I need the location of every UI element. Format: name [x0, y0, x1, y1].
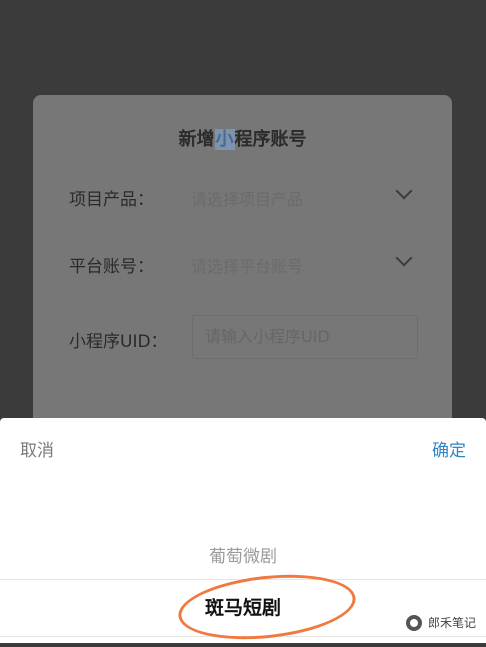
- chevron-down-icon[interactable]: [395, 182, 413, 200]
- chevron-down-icon[interactable]: [395, 249, 413, 267]
- title-highlight: 小: [214, 129, 235, 150]
- dialog-title: 新增小程序账号: [33, 125, 452, 151]
- watermark: 郎禾笔记: [405, 614, 476, 631]
- platform-account-select[interactable]: 请选择平台账号: [191, 253, 303, 277]
- platform-account-label: 平台账号：: [69, 257, 154, 277]
- project-product-label: 项目产品：: [69, 190, 154, 210]
- wechat-official-icon: [405, 614, 422, 631]
- add-miniprogram-dialog: 新增小程序账号 项目产品： 请选择项目产品 平台账号： 请选择平台账号 小程序U…: [33, 95, 452, 455]
- watermark-text: 郎禾笔记: [427, 616, 476, 630]
- project-product-row[interactable]: 项目产品： 请选择项目产品: [69, 175, 416, 215]
- miniprogram-uid-row: 小程序UID： 请输入小程序UID: [69, 315, 418, 359]
- platform-account-row[interactable]: 平台账号： 请选择平台账号: [69, 242, 416, 282]
- cancel-button[interactable]: 取消: [20, 436, 54, 461]
- miniprogram-uid-input[interactable]: 请输入小程序UID: [192, 315, 418, 359]
- confirm-button[interactable]: 确定: [432, 436, 466, 461]
- picker-option[interactable]: 葡萄微剧: [0, 542, 486, 567]
- project-product-select[interactable]: 请选择项目产品: [191, 186, 303, 210]
- title-prefix: 新增: [178, 129, 215, 150]
- title-suffix: 程序账号: [234, 129, 307, 150]
- miniprogram-uid-label: 小程序UID：: [69, 332, 168, 352]
